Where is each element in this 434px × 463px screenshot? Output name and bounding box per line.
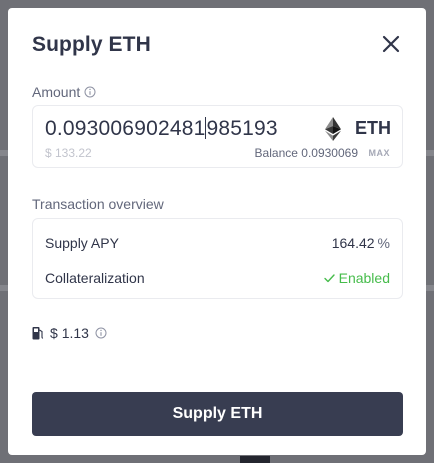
max-button[interactable]: MAX: [369, 148, 391, 158]
close-button[interactable]: [380, 33, 402, 55]
collateralization-status: Enabled: [323, 270, 390, 286]
supply-apy-label: Supply APY: [45, 235, 119, 251]
collateralization-label: Collateralization: [45, 270, 145, 286]
balance-label: Balance: [254, 146, 298, 160]
usd-value: $ 133.22: [45, 146, 92, 160]
background-asset-icon: [240, 456, 270, 463]
amount-input[interactable]: 0.093006902481985193 ETH $ 133.22 Balanc…: [32, 105, 403, 168]
overview-label: Transaction overview: [32, 196, 164, 212]
gas-amount: 1.13: [61, 325, 89, 341]
close-icon: [382, 35, 400, 53]
balance: Balance 0.0930069: [255, 146, 358, 160]
collateralization-value: Enabled: [338, 270, 390, 286]
gas-value: $ 1.13: [50, 325, 89, 341]
check-icon: [323, 273, 335, 282]
info-icon[interactable]: [84, 86, 96, 98]
modal-title: Supply ETH: [32, 33, 151, 56]
amount-label-row: Amount: [32, 84, 96, 100]
eth-icon: [325, 117, 341, 141]
gas-estimate: $ 1.13: [32, 325, 107, 341]
amount-value[interactable]: 0.093006902481985193: [45, 117, 278, 141]
amount-label: Amount: [32, 84, 81, 100]
supply-apy-unit: %: [377, 235, 390, 251]
gas-pump-icon: [32, 327, 44, 340]
supply-apy-value: 164.42%: [332, 235, 390, 251]
info-icon[interactable]: [95, 327, 107, 339]
amount-value-part-1: 0.093006902481: [45, 117, 206, 140]
asset-symbol: ETH: [355, 118, 391, 138]
amount-value-part-2: 985193: [206, 117, 278, 140]
transaction-overview: Supply APY 164.42% Collateralization Ena…: [32, 218, 403, 299]
supply-button[interactable]: Supply ETH: [32, 392, 403, 436]
gas-currency: $: [50, 325, 58, 341]
supply-apy-number: 164.42: [331, 235, 375, 251]
balance-value: 0.0930069: [301, 146, 358, 160]
supply-modal: Supply ETH Amount 0.093006902481985193 E…: [8, 8, 426, 455]
